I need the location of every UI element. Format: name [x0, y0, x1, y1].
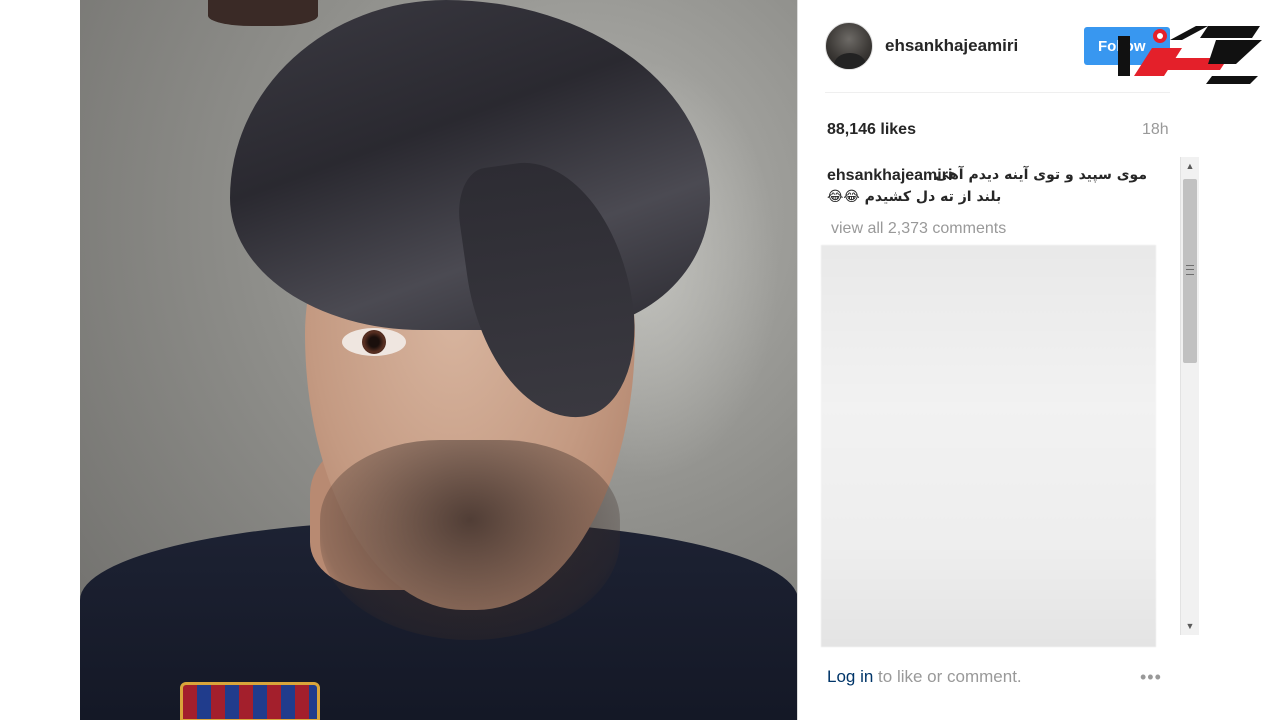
caption-text-line-2: بلند از ته دل کشیدم 😂😂	[827, 189, 1002, 205]
post-footer: Log in to like or comment. •••	[827, 667, 1172, 691]
caption-text-line-1: موی سپید و توی آینه دیدم آهی	[934, 167, 1147, 183]
login-link[interactable]: Log in	[827, 667, 873, 686]
avatar[interactable]	[825, 22, 873, 70]
photo-shirt-crest	[180, 682, 320, 720]
page-margin	[0, 0, 80, 720]
post-time[interactable]: 18h	[1142, 121, 1169, 139]
caption-username[interactable]: ehsankhajeamiri	[827, 167, 952, 185]
more-options-icon[interactable]: •••	[1140, 667, 1162, 688]
likes-count[interactable]: 88,146 likes	[827, 121, 916, 139]
login-prompt-text: to like or comment.	[873, 667, 1022, 686]
comments-list: ehsankhajeamiri موی سپید و توی آینه دیدم…	[821, 157, 1199, 647]
watermark-logo-icon	[1118, 26, 1262, 84]
scroll-down-arrow-icon[interactable]: ▼	[1181, 617, 1199, 635]
scroll-up-arrow-icon[interactable]: ▲	[1181, 157, 1199, 175]
photo-left-eye	[342, 328, 406, 356]
comments-scrollbar[interactable]: ▲ ▼	[1180, 157, 1199, 635]
scroll-thumb[interactable]	[1183, 179, 1197, 363]
view-all-comments-link[interactable]: view all 2,373 comments	[831, 220, 1006, 238]
photo-lamp	[208, 0, 318, 26]
post-sidebar: ehsankhajeamiri Follow 88,146 likes 18h …	[799, 0, 1280, 720]
post-photo[interactable]	[80, 0, 798, 720]
blurred-comments-area	[821, 245, 1156, 647]
header-divider	[825, 92, 1170, 93]
scroll-grip-icon	[1186, 265, 1194, 275]
header-username[interactable]: ehsankhajeamiri	[885, 36, 1018, 56]
photo-beard	[320, 440, 620, 640]
